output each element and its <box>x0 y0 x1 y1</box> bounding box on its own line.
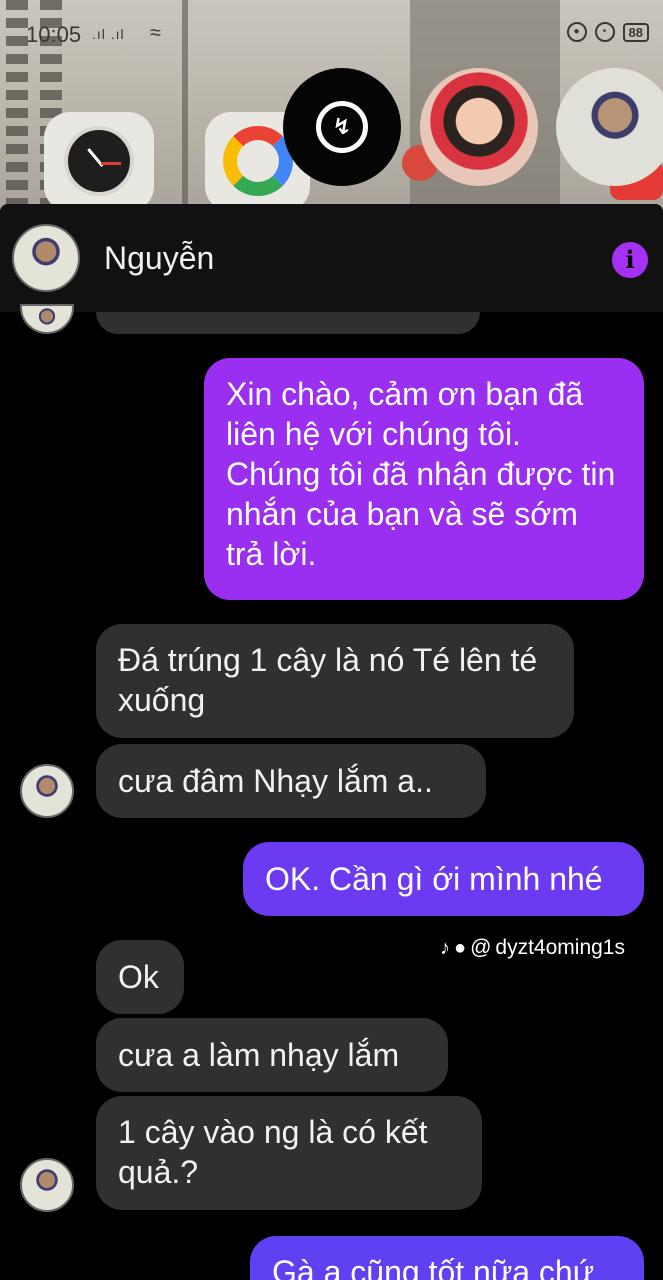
alarm-icon: • <box>594 22 615 42</box>
at-icon: @ <box>470 936 492 959</box>
message-bubble-incoming[interactable]: cưa a làm nhạy lắm <box>96 1018 448 1092</box>
sender-avatar <box>20 1158 74 1212</box>
lock-icon: ● <box>566 22 587 42</box>
contact-name[interactable]: Nguyễn <box>104 240 214 277</box>
message-bubble-outgoing[interactable]: OK. Cần gì ới mình nhé <box>243 842 644 916</box>
sender-avatar <box>20 764 74 818</box>
wifi-icon: ≈ <box>150 22 161 44</box>
messenger-icon[interactable]: ↯ <box>283 68 401 186</box>
message-bubble-incoming[interactable]: Ok <box>96 940 184 1014</box>
status-bar: 10:05 .ıl .ıl ≈ ● • 88 <box>0 0 663 70</box>
chat-head-avatar[interactable] <box>420 68 538 186</box>
clock-app-icon[interactable] <box>44 112 154 210</box>
message-bubble-incoming[interactable]: Đá trúng 1 cây là nó Té lên té xuống <box>96 624 574 738</box>
battery-icon: 88 <box>622 22 649 42</box>
chat-head-avatar-active[interactable] <box>556 68 663 186</box>
message-bubble-outgoing[interactable]: Xin chào, cảm ơn bạn đã liên hệ với chún… <box>204 358 644 600</box>
tiktok-watermark: ♪ ● @ dyzt4oming1s <box>440 936 625 960</box>
message-bubble-incoming[interactable]: cưa đâm Nhạy lắm a.. <box>96 744 486 818</box>
contact-avatar[interactable] <box>12 224 80 292</box>
home-screen-background: 10:05 .ıl .ıl ≈ ● • 88 ↯ <box>0 0 663 210</box>
message-bubble-partial <box>96 312 480 334</box>
chat-header: Nguyễn i <box>0 204 663 312</box>
user-icon: ● <box>454 936 467 959</box>
sender-avatar <box>20 304 74 334</box>
message-bubble-outgoing[interactable]: Gà a cũng tốt nữa chứ <box>250 1236 644 1280</box>
message-bubble-incoming[interactable]: 1 cây vào ng là có kết quả.? <box>96 1096 482 1210</box>
status-time: 10:05 <box>26 22 82 47</box>
signal-icon: .ıl .ıl <box>92 26 125 42</box>
chat-panel: Nguyễn i Xin chào, cảm ơn bạn đã liên hệ… <box>0 204 663 1280</box>
info-icon[interactable]: i <box>612 242 648 278</box>
watermark-handle: dyzt4oming1s <box>495 936 625 959</box>
tiktok-icon: ♪ <box>440 936 450 959</box>
